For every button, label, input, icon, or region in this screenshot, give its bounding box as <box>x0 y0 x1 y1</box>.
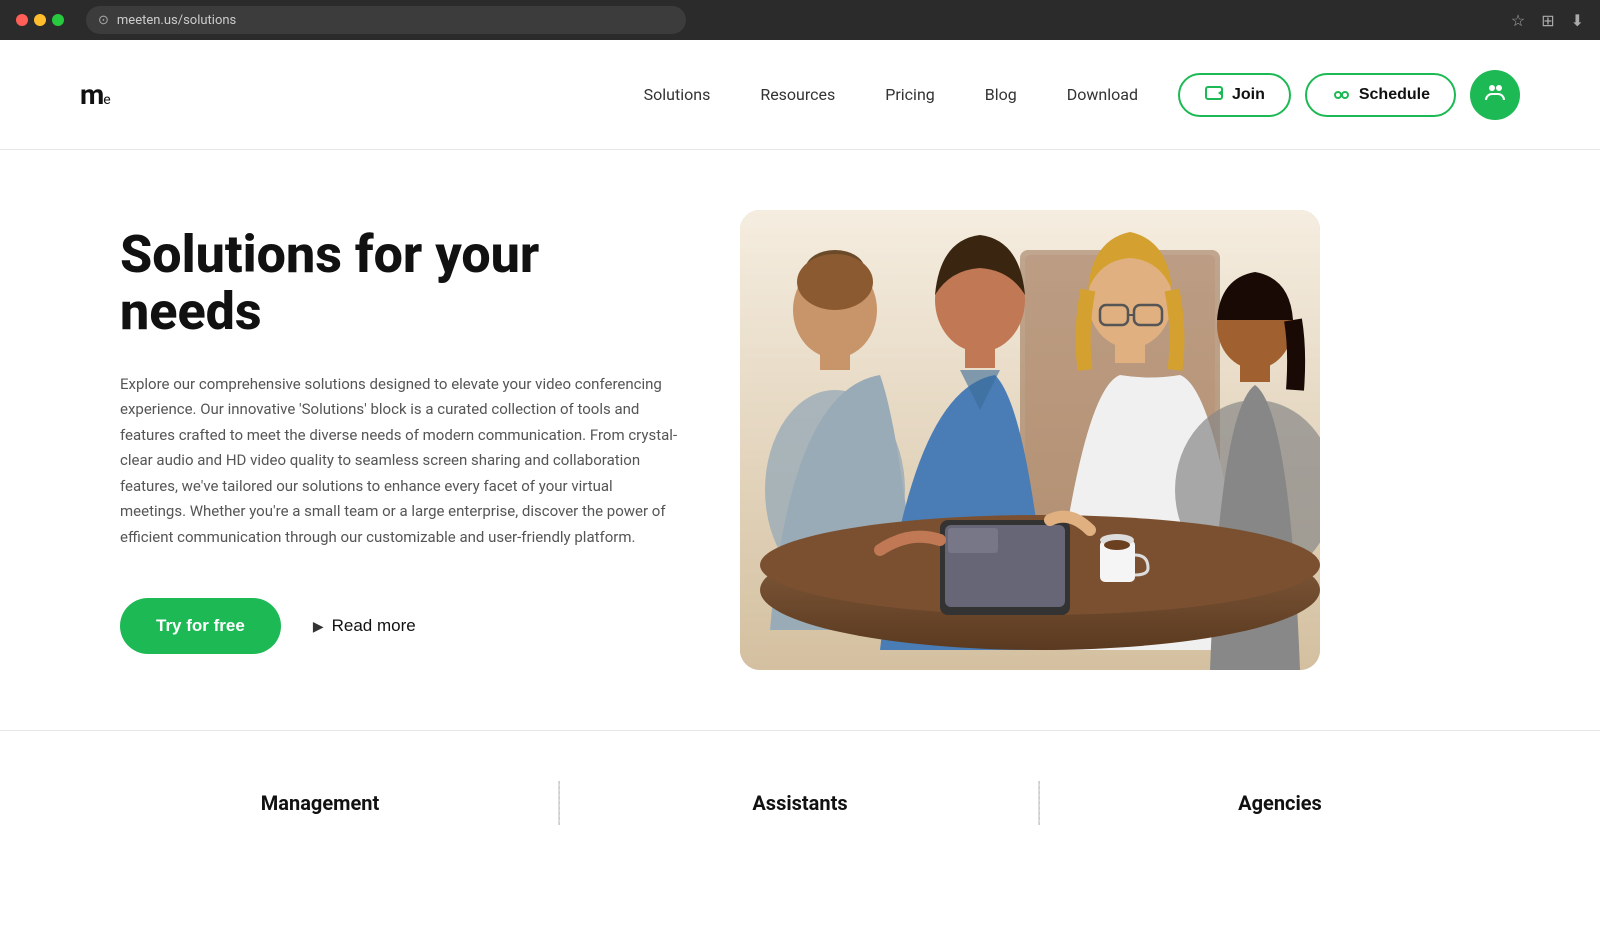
category-assistants-title: Assistants <box>752 791 847 815</box>
category-assistants: Assistants <box>560 771 1040 835</box>
url-text: meeten.us/solutions <box>117 13 236 28</box>
try-for-free-button[interactable]: Try for free <box>120 598 281 654</box>
join-icon <box>1204 85 1224 105</box>
nav-item-solutions[interactable]: Solutions <box>644 85 711 104</box>
hero-description: Explore our comprehensive solutions desi… <box>120 372 680 551</box>
category-management-title: Management <box>261 791 379 815</box>
green-circle-button[interactable] <box>1470 70 1520 120</box>
schedule-button[interactable]: Schedule <box>1305 73 1456 117</box>
header: me Solutions Resources Pricing Blog Down… <box>0 40 1600 150</box>
join-button[interactable]: Join <box>1178 73 1291 117</box>
category-management: Management <box>80 771 560 835</box>
category-agencies-title: Agencies <box>1238 791 1322 815</box>
schedule-label: Schedule <box>1359 86 1430 104</box>
address-bar[interactable]: ⊙ meeten.us/solutions <box>86 6 686 34</box>
minimize-dot[interactable] <box>34 14 46 26</box>
logo-sub: e <box>103 92 109 108</box>
star-icon[interactable]: ☆ <box>1511 11 1525 30</box>
browser-actions: ☆ ⊞ ⬇ <box>1511 11 1584 30</box>
maximize-dot[interactable] <box>52 14 64 26</box>
hero-illustration <box>740 210 1320 670</box>
browser-chrome: ⊙ meeten.us/solutions ☆ ⊞ ⬇ <box>0 0 1600 40</box>
people-icon <box>1483 80 1507 110</box>
hero-section: Solutions for your needs Explore our com… <box>0 150 1600 730</box>
hero-content: Solutions for your needs Explore our com… <box>120 226 680 655</box>
play-icon: ▶ <box>313 618 324 635</box>
bottom-section: Management Assistants Agencies <box>0 730 1600 855</box>
schedule-icon <box>1331 85 1351 105</box>
hero-actions: Try for free ▶ Read more <box>120 598 680 654</box>
nav-item-download[interactable]: Download <box>1067 85 1138 104</box>
main-nav: Solutions Resources Pricing Blog Downloa… <box>644 85 1138 104</box>
nav-item-resources[interactable]: Resources <box>760 85 835 104</box>
join-label: Join <box>1232 86 1265 104</box>
header-actions: Join Schedule <box>1178 70 1520 120</box>
category-grid: Management Assistants Agencies <box>80 771 1520 835</box>
browser-traffic-lights <box>16 14 64 26</box>
nav-item-pricing[interactable]: Pricing <box>885 85 935 104</box>
close-dot[interactable] <box>16 14 28 26</box>
favicon-icon: ⊙ <box>98 13 109 28</box>
hero-image <box>740 210 1320 670</box>
download-icon[interactable]: ⬇ <box>1571 11 1584 30</box>
hero-title: Solutions for your needs <box>120 226 680 340</box>
category-agencies: Agencies <box>1040 771 1520 835</box>
hero-image-container <box>740 210 1320 670</box>
logo[interactable]: me <box>80 78 110 111</box>
read-more-label: Read more <box>332 616 416 636</box>
extensions-icon[interactable]: ⊞ <box>1541 11 1554 30</box>
read-more-button[interactable]: ▶ Read more <box>313 616 416 636</box>
nav-item-blog[interactable]: Blog <box>985 85 1017 104</box>
